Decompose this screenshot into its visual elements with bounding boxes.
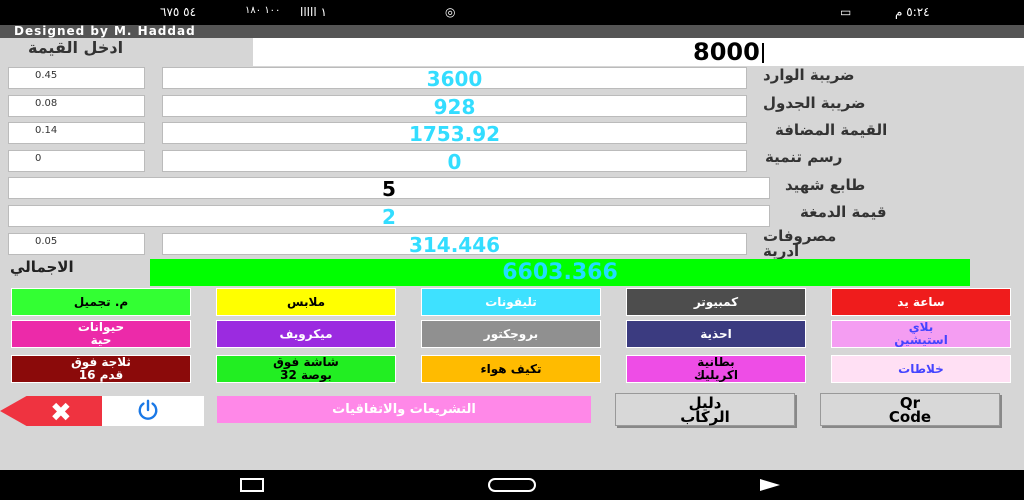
battery-icon: ▭ <box>840 5 852 19</box>
category-cosmetics-button[interactable]: م. تجميل <box>11 288 191 316</box>
label-vat: القيمة المضافة <box>775 121 888 139</box>
input-label: ادخل القيمة <box>28 38 124 57</box>
category-label: ساعة يد <box>897 294 945 309</box>
value-vat: 1753.92 <box>162 122 747 144</box>
power-icon <box>138 399 158 420</box>
passenger-guide-button[interactable]: دليل الركاب <box>615 393 795 426</box>
label-development-fee: رسم تنمية <box>765 148 843 166</box>
designer-bar: Designed by M. Haddad <box>0 25 1024 38</box>
recents-icon[interactable] <box>240 478 264 492</box>
category-ac-button[interactable]: تكيف هواء <box>421 355 601 383</box>
category-label: بطانية اكريليك <box>693 355 739 382</box>
text-caret <box>761 43 764 63</box>
total-value: 6603.366 <box>150 259 970 286</box>
status-bar: ٥٤ ٦٧٥ ١٠٠ ١٨٠ ١ ااااا ◎ ▭ ٥:٢٤ م <box>0 0 1024 25</box>
category-label: ملابس <box>286 294 325 309</box>
rate-field-admin[interactable]: 0.05 <box>8 233 145 255</box>
rate-field-development[interactable]: 0 <box>8 150 145 172</box>
network-text: ١ ااااا <box>300 5 327 19</box>
category-label: كمبيوتر <box>693 294 739 309</box>
value-input[interactable]: 8000 <box>253 38 1024 66</box>
passenger-guide-label: دليل الركاب <box>680 393 730 426</box>
label-admin-fees: مصروفات ادرية <box>763 227 837 260</box>
category-label: تليفونات <box>485 294 537 309</box>
value-input-text: 8000 <box>693 38 760 66</box>
category-blenders-button[interactable]: خلاطات <box>831 355 1011 383</box>
category-shoes-button[interactable]: احذية <box>626 320 806 348</box>
laws-button[interactable]: التشريعات والاتفاقيات <box>217 396 591 423</box>
rate-field-schedule[interactable]: 0.08 <box>8 95 145 117</box>
value-import-tax: 3600 <box>162 67 747 89</box>
label-import-tax: ضريبة الوارد <box>763 66 855 84</box>
label-schedule-tax: ضريبة الجدول <box>763 94 866 112</box>
total-label: الاجمالي <box>10 258 74 276</box>
category-playstation-button[interactable]: بلاي استيشين <box>831 320 1011 348</box>
category-fridge-button[interactable]: ثلاجة فوق 16 قدم <box>11 355 191 383</box>
category-animals-button[interactable]: حيوانات حية <box>11 320 191 348</box>
value-admin-fees: 314.446 <box>162 233 747 255</box>
category-label: ميكرويف <box>279 326 333 341</box>
rate-field-import[interactable]: 0.45 <box>8 67 145 89</box>
cast-icon: ◎ <box>445 5 456 19</box>
label-martyr-stamp: طابع شهيد <box>785 176 866 194</box>
category-screen-button[interactable]: شاشة فوق 32 بوصة <box>216 355 396 383</box>
category-label: بلاي استيشين <box>894 320 948 347</box>
category-computer-button[interactable]: كمبيوتر <box>626 288 806 316</box>
value-stamp-duty: 2 <box>8 205 770 227</box>
value-martyr-stamp: 5 <box>8 177 770 199</box>
home-icon[interactable] <box>488 478 536 492</box>
category-label: بروجكتور <box>483 326 539 341</box>
back-icon[interactable] <box>760 479 780 491</box>
value-schedule-tax: 928 <box>162 95 747 117</box>
category-label: شاشة فوق 32 بوصة <box>273 355 339 382</box>
category-label: م. تجميل <box>73 294 129 309</box>
category-label: احذية <box>700 326 732 341</box>
signal-icon: ١٠٠ ١٨٠ <box>245 5 281 16</box>
category-projector-button[interactable]: بروجكتور <box>421 320 601 348</box>
status-left-text: ٥٤ ٦٧٥ <box>160 5 197 19</box>
category-label: حيوانات حية <box>77 320 125 347</box>
category-label: تكيف هواء <box>480 361 542 376</box>
category-label: ثلاجة فوق 16 قدم <box>71 355 131 382</box>
label-stamp-duty: قيمة الدمغة <box>800 203 887 221</box>
category-blanket-button[interactable]: بطانية اكريليك <box>626 355 806 383</box>
category-clothes-button[interactable]: ملابس <box>216 288 396 316</box>
rate-field-vat[interactable]: 0.14 <box>8 122 145 144</box>
category-microwave-button[interactable]: ميكرويف <box>216 320 396 348</box>
close-icon: ✖ <box>50 398 72 428</box>
category-label: خلاطات <box>898 361 944 376</box>
qr-code-label: Qr Code <box>888 393 932 426</box>
category-phones-button[interactable]: تليفونات <box>421 288 601 316</box>
value-development-fee: 0 <box>162 150 747 172</box>
status-time: ٥:٢٤ م <box>895 5 930 19</box>
qr-code-button[interactable]: Qr Code <box>820 393 1000 426</box>
category-watch-button[interactable]: ساعة يد <box>831 288 1011 316</box>
